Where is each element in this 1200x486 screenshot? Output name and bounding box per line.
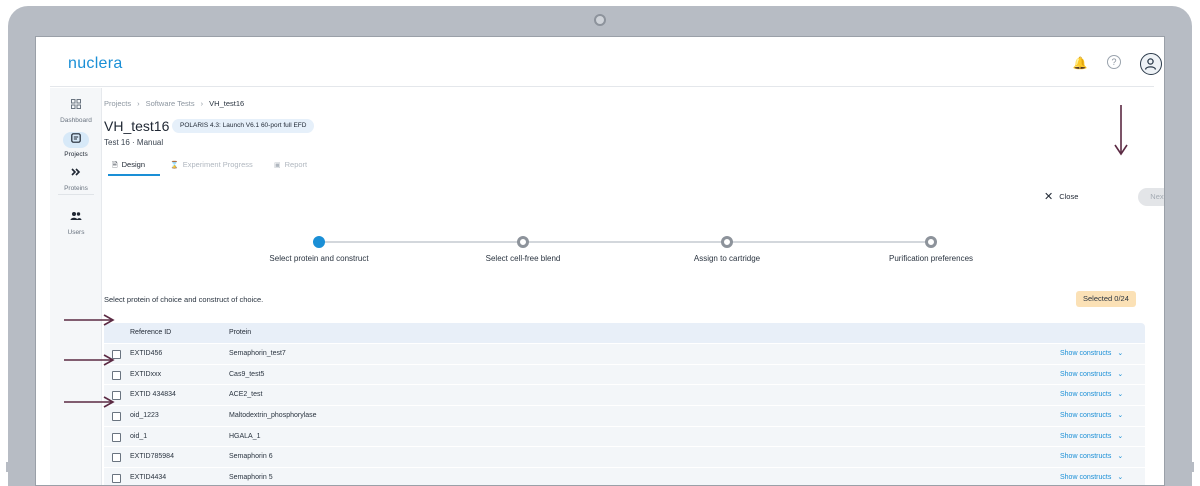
annotation-arrows xyxy=(64,105,1128,408)
frame-edge-right xyxy=(1170,446,1200,486)
frame-edge-left xyxy=(0,446,30,486)
webcam-icon xyxy=(594,14,606,26)
app-screen: nuclera 🔔 ? Dashboard Projects Proteins xyxy=(35,36,1165,486)
